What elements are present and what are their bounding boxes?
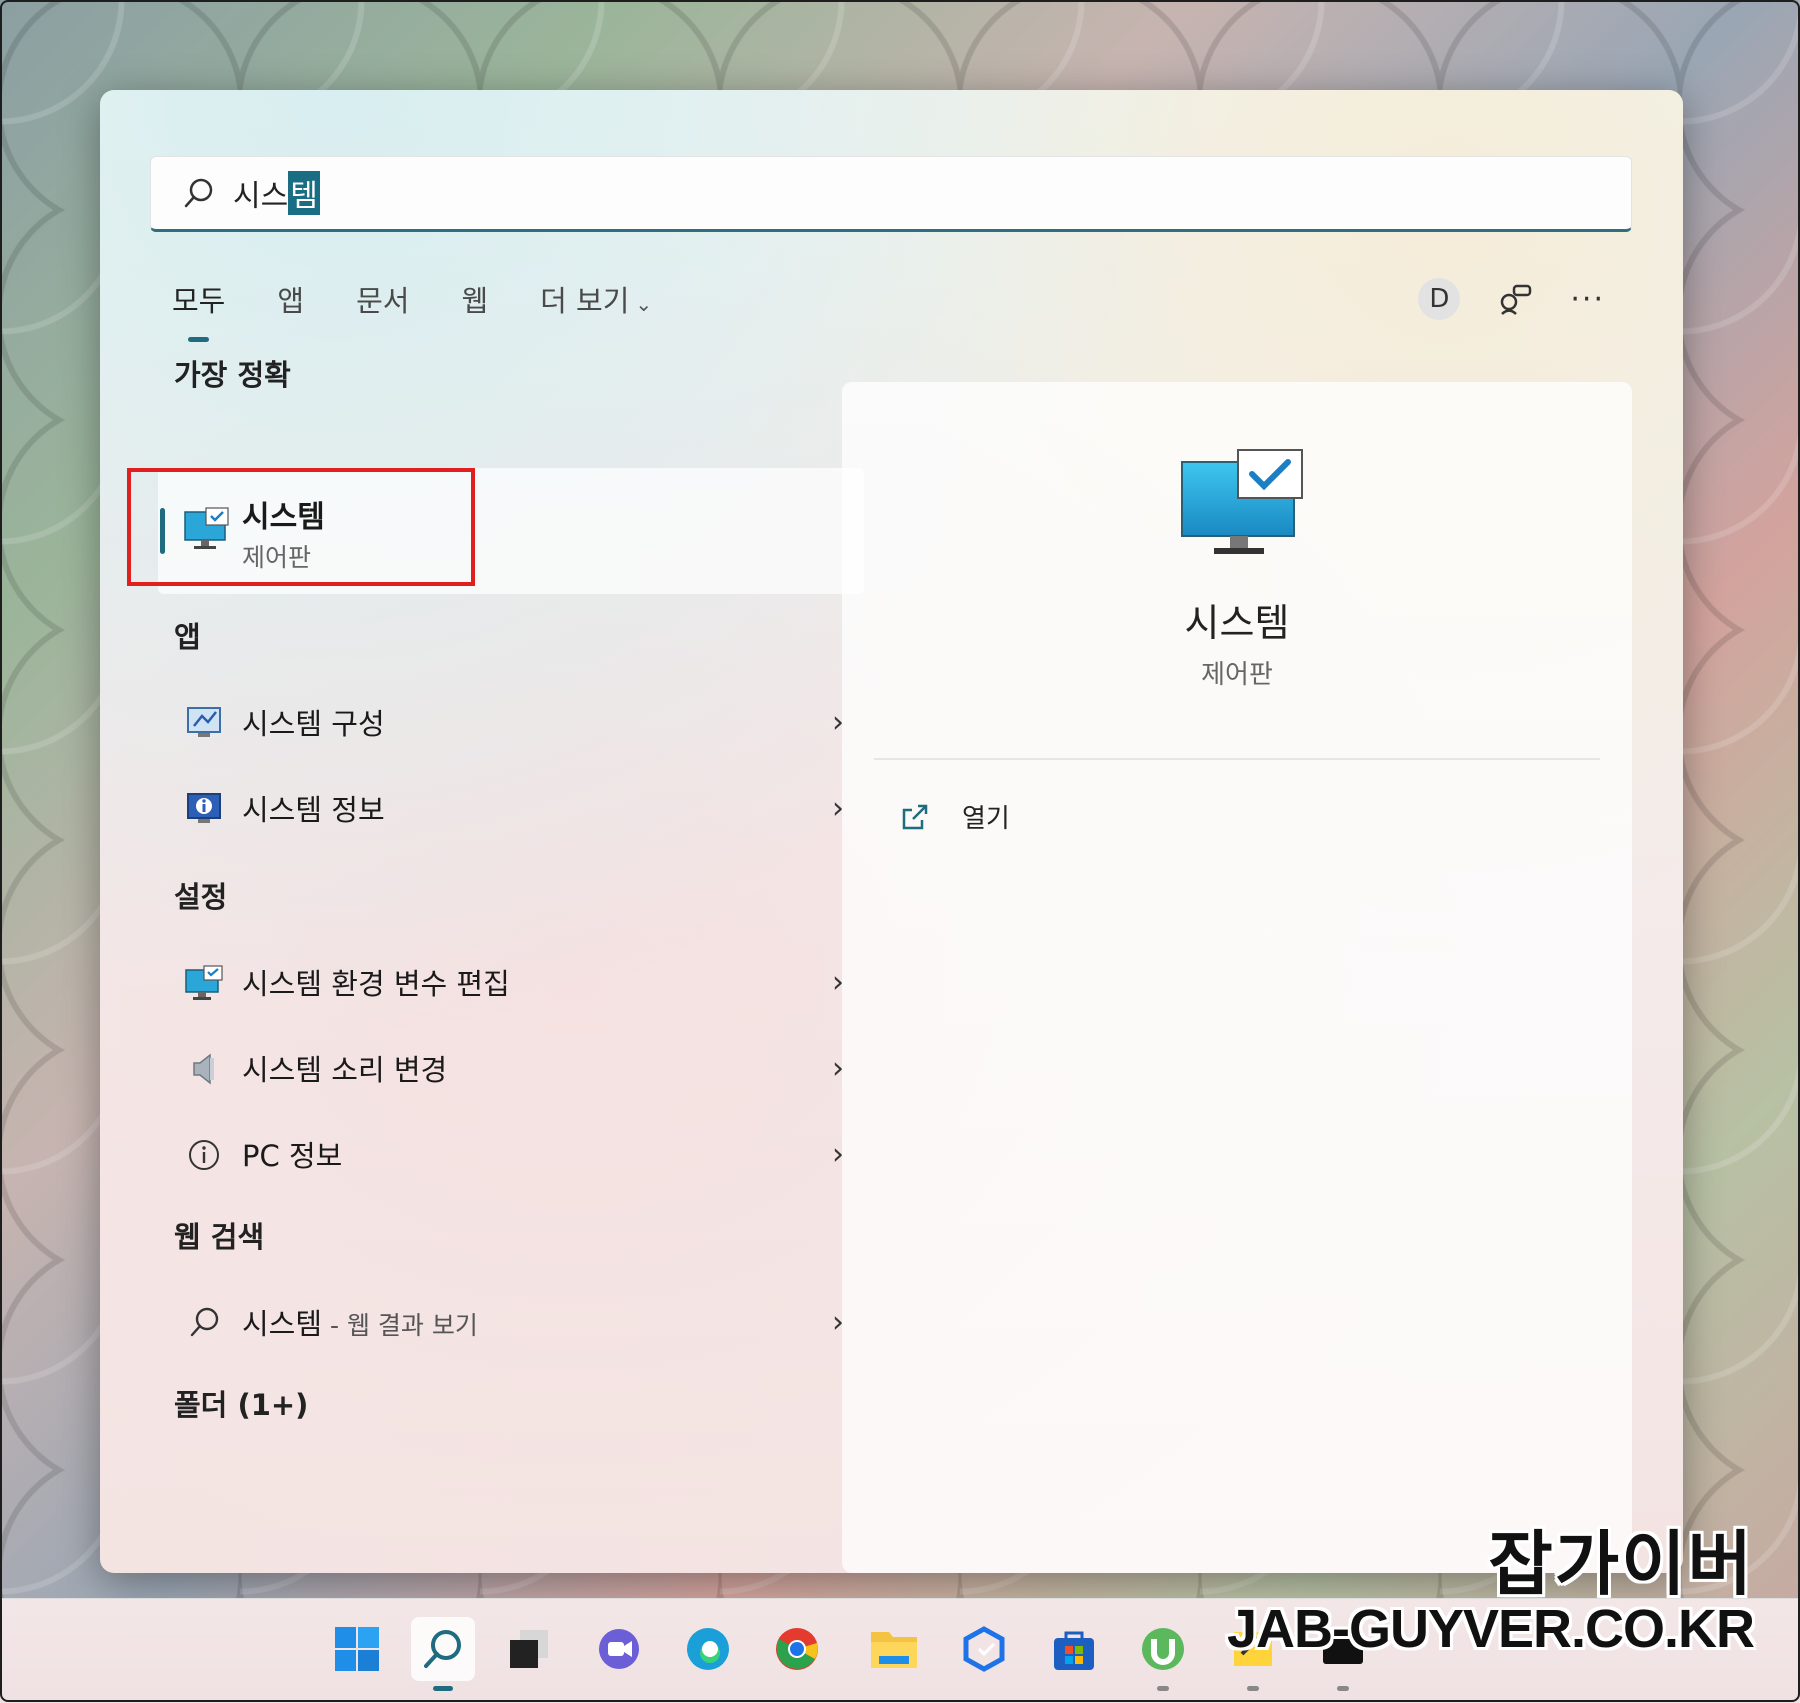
tab-all[interactable]: 모두 xyxy=(172,278,225,342)
app-button[interactable] xyxy=(952,1617,1016,1681)
red-highlight-box xyxy=(127,468,475,586)
preview-title: 시스템 xyxy=(1184,601,1290,645)
list-item-pc-info[interactable]: PC 정보 › xyxy=(158,1114,864,1194)
tab-web[interactable]: 웹 xyxy=(461,278,488,320)
watermark-url: JAB-GUYVER.CO.KR xyxy=(1226,1599,1755,1659)
taskbar-search-button[interactable] xyxy=(411,1617,475,1691)
open-button[interactable]: 열기 xyxy=(898,798,1010,835)
running-indicator xyxy=(1247,1686,1259,1691)
tab-apps[interactable]: 앱 xyxy=(277,278,304,320)
list-item-system-config[interactable]: 시스템 구성 › xyxy=(158,682,864,762)
list-item-label: 시스템 - 웹 결과 보기 xyxy=(242,1301,478,1343)
chat-button[interactable] xyxy=(587,1617,651,1681)
chevron-down-icon: ⌄ xyxy=(635,292,653,316)
app-icon xyxy=(963,1626,1005,1672)
tab-documents[interactable]: 문서 xyxy=(356,278,409,320)
list-item-label: PC 정보 xyxy=(242,1139,343,1173)
section-folders[interactable]: 폴더 (1+) xyxy=(174,1382,308,1424)
system-info-icon xyxy=(187,793,221,823)
task-view-button[interactable] xyxy=(497,1617,561,1681)
speaker-icon xyxy=(193,1053,214,1085)
chat-icon xyxy=(599,1629,639,1669)
monitor-icon xyxy=(185,965,223,1000)
list-item-system-info[interactable]: 시스템 정보 › xyxy=(158,768,864,848)
search-query-selection: 템 xyxy=(288,171,320,215)
list-item-label: 시스템 환경 변수 편집 xyxy=(242,967,510,1001)
task-view-icon xyxy=(510,1630,548,1668)
start-icon xyxy=(335,1627,379,1671)
file-explorer-icon xyxy=(871,1632,917,1668)
tab-more[interactable]: 더 보기 ⌄ xyxy=(540,278,652,320)
info-icon xyxy=(189,1140,219,1170)
section-apps: 앱 xyxy=(174,620,201,654)
preview-subtitle: 제어판 xyxy=(1201,660,1273,690)
watermark-logo-text: 잡가이버 xyxy=(1488,1525,1754,1603)
list-item-label: 시스템 구성 xyxy=(242,707,385,741)
chrome-button[interactable] xyxy=(765,1617,829,1681)
active-indicator xyxy=(433,1686,453,1691)
list-item-label: 시스템 정보 xyxy=(242,793,385,827)
search-icon xyxy=(424,1630,461,1668)
edge-button[interactable] xyxy=(676,1617,740,1681)
open-external-icon xyxy=(902,804,928,829)
tab-more-label: 더 보기 xyxy=(540,284,630,318)
system-config-icon xyxy=(187,707,221,737)
search-query: 시스 템 xyxy=(233,171,320,215)
search-icon xyxy=(190,1307,219,1337)
list-item-web-result[interactable]: 시스템 - 웹 결과 보기 › xyxy=(158,1282,864,1362)
search-icon xyxy=(184,178,213,208)
search-panel: 시스 템 모두 앱 문서 웹 더 보기 ⌄ D ··· 가장 정확 시스템 제어판 xyxy=(100,90,1683,1573)
utorrent-icon xyxy=(1142,1628,1184,1670)
search-query-text: 시스 xyxy=(233,179,289,214)
start-button[interactable] xyxy=(325,1617,389,1681)
divider xyxy=(874,758,1600,760)
section-web-search: 웹 검색 xyxy=(174,1220,265,1254)
store-button[interactable] xyxy=(1042,1617,1106,1681)
utorrent-button[interactable] xyxy=(1131,1617,1195,1691)
open-label: 열기 xyxy=(962,804,1010,834)
section-settings: 설정 xyxy=(174,880,228,914)
filter-tabs: 모두 앱 문서 웹 더 보기 ⌄ xyxy=(172,278,704,342)
monitor-icon xyxy=(1181,449,1303,554)
section-best-match: 가장 정확 xyxy=(174,358,291,392)
list-item-system-sound[interactable]: 시스템 소리 변경 › xyxy=(158,1028,864,1108)
store-icon xyxy=(1054,1631,1094,1670)
preview-pane: 시스템 제어판 열기 xyxy=(842,382,1632,1573)
running-indicator xyxy=(1337,1686,1349,1691)
web-result-query: 시스템 xyxy=(242,1307,323,1341)
avatar[interactable]: D xyxy=(1418,278,1461,320)
chrome-icon xyxy=(776,1628,818,1670)
list-item-env-variables[interactable]: 시스템 환경 변수 편집 › xyxy=(158,942,864,1022)
share-icon[interactable] xyxy=(1494,278,1536,320)
more-options-button[interactable]: ··· xyxy=(1570,282,1605,317)
header-actions: D ··· xyxy=(1418,278,1605,320)
file-explorer-button[interactable] xyxy=(862,1617,926,1681)
list-item-label: 시스템 소리 변경 xyxy=(242,1053,448,1087)
web-result-suffix: - 웹 결과 보기 xyxy=(322,1311,478,1340)
search-input[interactable]: 시스 템 xyxy=(150,156,1632,232)
running-indicator xyxy=(1157,1686,1169,1691)
edge-icon xyxy=(687,1628,729,1670)
